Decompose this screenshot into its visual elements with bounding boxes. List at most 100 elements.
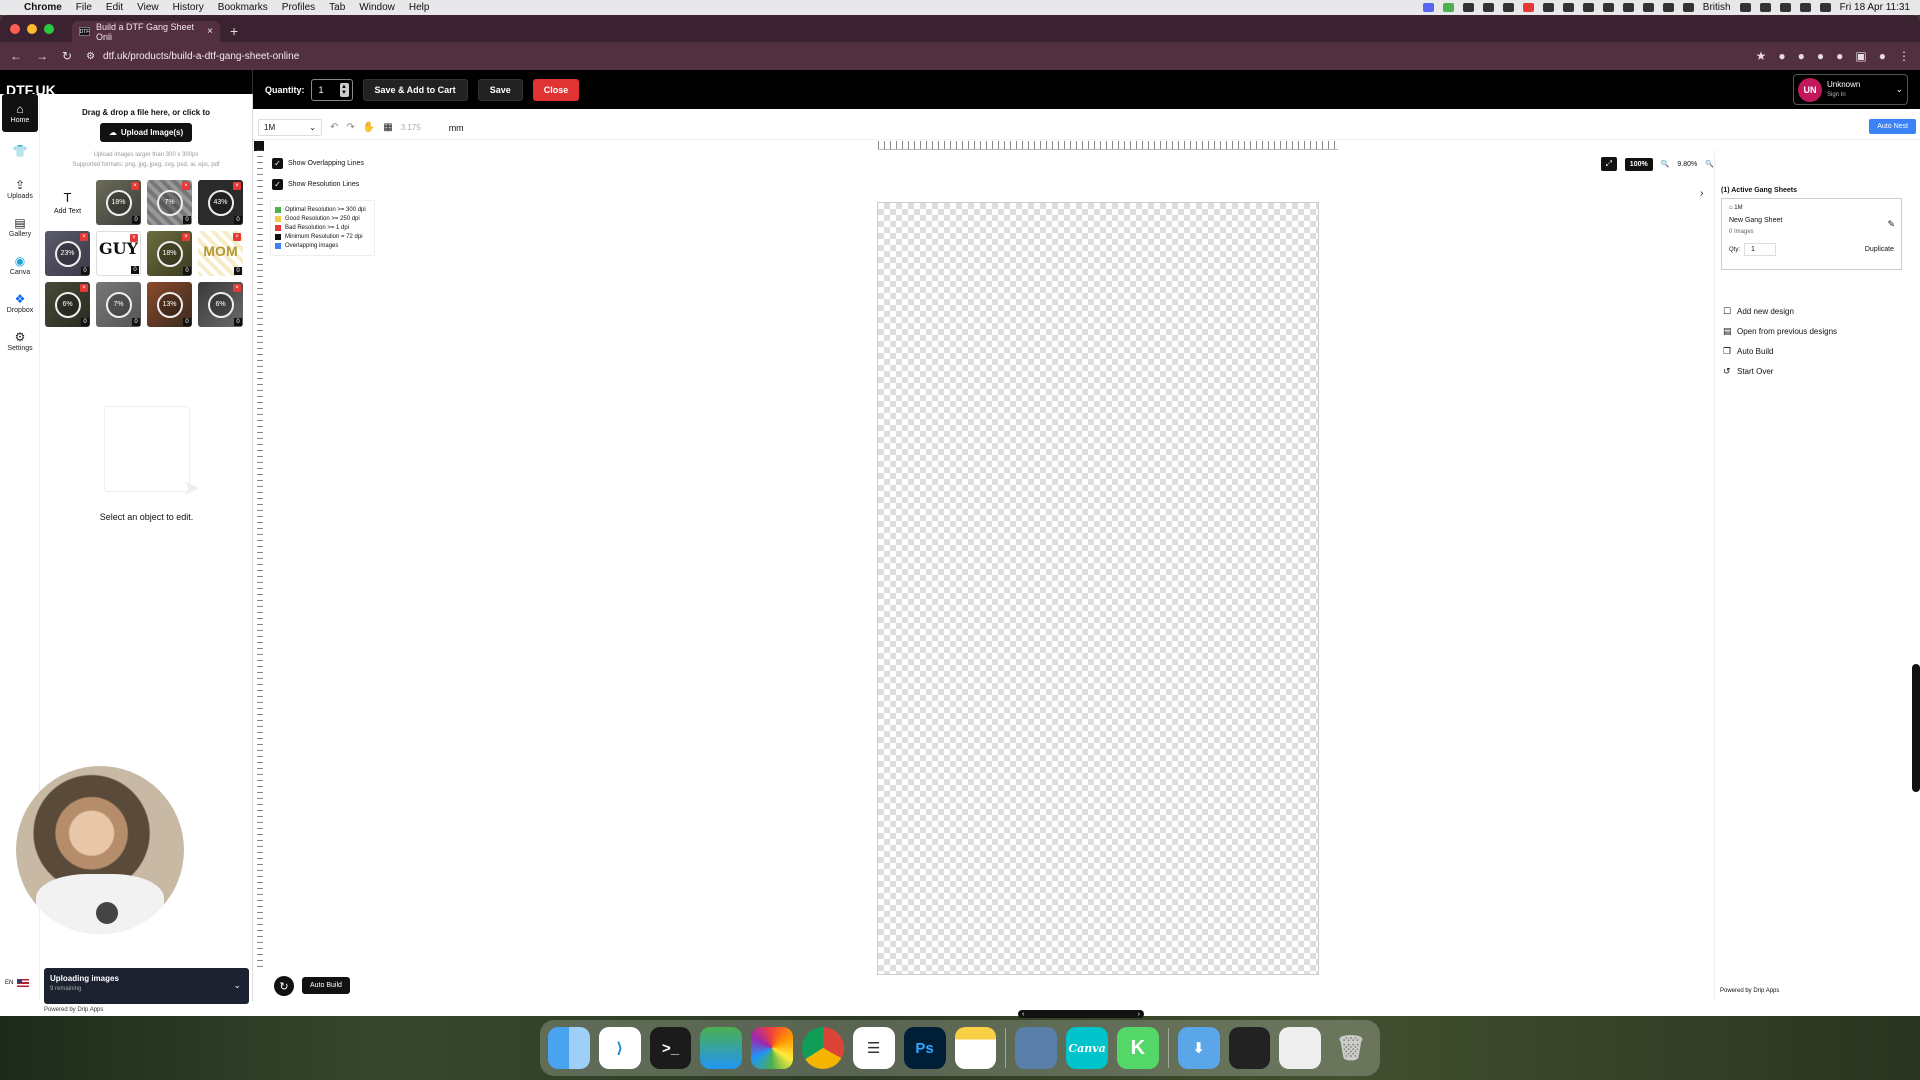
auto-build-button[interactable]: Auto Build <box>302 977 350 994</box>
app-icon[interactable] <box>700 1027 743 1069</box>
menu-tab[interactable]: Tab <box>329 2 345 13</box>
collapse-panel-icon[interactable]: › <box>1700 188 1703 199</box>
menu-help[interactable]: Help <box>409 2 430 13</box>
forward-icon[interactable]: → <box>36 49 48 63</box>
user-menu[interactable]: UN Unknown Sign In ⌄ <box>1793 74 1908 105</box>
quantity-stepper[interactable]: 1 ▲ ▼ <box>310 78 353 101</box>
rail-home[interactable]: ⌂ Home <box>2 94 38 132</box>
bookmark-star-icon[interactable]: ★ <box>1756 49 1767 63</box>
menu-app[interactable]: Chrome <box>24 2 62 13</box>
browser-tab[interactable]: DTF Build a DTF Gang Sheet Onli × <box>72 21 220 42</box>
image-thumb[interactable]: 18% × 0 <box>96 180 141 225</box>
bluetooth-icon[interactable] <box>1739 3 1751 12</box>
wifi-icon[interactable] <box>1759 3 1771 12</box>
remove-image-icon[interactable]: × <box>182 182 190 190</box>
uploading-status[interactable]: Uploading images 9 remaining ⌄ <box>44 968 249 1004</box>
hand-tool-icon[interactable]: ✋ <box>363 122 375 133</box>
chrome-menu-icon[interactable]: ⋮ <box>1898 49 1910 63</box>
preview-icon[interactable] <box>1015 1027 1058 1069</box>
close-button[interactable]: Close <box>532 78 580 101</box>
add-new-design-button[interactable]: ☐ Add new design <box>1723 306 1920 317</box>
photos-icon[interactable] <box>751 1027 794 1069</box>
image-thumb[interactable]: MOM × 0 <box>198 231 243 276</box>
powered-by-left[interactable]: Powered by Drip Apps <box>44 1007 103 1013</box>
remove-image-icon[interactable]: × <box>233 182 241 190</box>
image-thumb[interactable]: 18% × 0 <box>147 231 192 276</box>
tray-app-icon[interactable] <box>1522 3 1534 12</box>
extension-icon[interactable]: ● <box>1778 49 1785 63</box>
input-language[interactable]: British <box>1703 2 1731 13</box>
vscode-icon[interactable]: ⟩ <box>598 1027 641 1069</box>
image-thumb[interactable]: 43% × 0 <box>198 180 243 225</box>
chevron-down-icon[interactable]: ⌄ <box>233 980 241 991</box>
tray-menu-icon[interactable] <box>1562 3 1574 12</box>
menu-profiles[interactable]: Profiles <box>282 2 315 13</box>
extension-icon[interactable]: ● <box>1817 49 1824 63</box>
rail-gallery[interactable]: ▤ Gallery <box>2 208 38 246</box>
trash-icon[interactable]: 🗑 <box>1330 1027 1372 1069</box>
reminders-icon[interactable]: ☰ <box>852 1027 895 1069</box>
edit-icon[interactable]: ✎ <box>1887 219 1895 230</box>
tray-app-icon[interactable] <box>1442 3 1454 12</box>
remove-image-icon[interactable]: × <box>131 182 139 190</box>
gang-sheet-card[interactable]: ⌂ 1M New Gang Sheet 0 Images ✎ Qty: 1 Du… <box>1721 198 1902 270</box>
menu-view[interactable]: View <box>137 2 159 13</box>
menu-edit[interactable]: Edit <box>106 2 123 13</box>
image-thumb[interactable]: 13% 0 <box>147 282 192 327</box>
open-previous-designs-button[interactable]: ▤ Open from previous designs <box>1723 326 1920 337</box>
image-thumb[interactable]: 6% × 0 <box>45 282 90 327</box>
rail-products[interactable]: 👕 <box>2 132 38 170</box>
siri-icon[interactable] <box>1819 3 1831 12</box>
remove-image-icon[interactable]: × <box>130 234 138 242</box>
image-thumb[interactable]: 7% × 0 <box>147 180 192 225</box>
horizontal-scrollbar[interactable]: ‹ › <box>1018 1010 1144 1018</box>
tray-app-icon[interactable] <box>1582 3 1594 12</box>
tray-cloud-icon[interactable] <box>1482 3 1494 12</box>
reload-icon[interactable]: ↻ <box>62 49 72 63</box>
rail-uploads[interactable]: ⇪ Uploads <box>2 170 38 208</box>
vertical-scrollbar[interactable] <box>1912 664 1920 792</box>
sign-in-link[interactable]: Sign In <box>1827 90 1860 100</box>
sheet-qty-input[interactable]: 1 <box>1744 243 1777 256</box>
user-icon[interactable] <box>1682 3 1694 12</box>
powered-by-right[interactable]: Powered by Drip Apps <box>1720 988 1779 994</box>
zoom-out-icon[interactable]: 🔍 <box>1661 160 1670 168</box>
menu-window[interactable]: Window <box>359 2 395 13</box>
finder-icon[interactable] <box>548 1027 590 1069</box>
extension-icon[interactable]: ● <box>1798 49 1805 63</box>
image-thumb[interactable]: 23% × 0 <box>45 231 90 276</box>
chevron-right-icon[interactable]: › <box>1138 1011 1140 1018</box>
auto-build-action[interactable]: ❐ Auto Build <box>1723 346 1920 357</box>
checkbox-checked-icon[interactable]: ✓ <box>272 158 283 169</box>
chrome-icon[interactable] <box>802 1027 844 1069</box>
battery-icon[interactable] <box>1779 3 1791 12</box>
fit-screen-icon[interactable]: ⤢ <box>1600 157 1617 171</box>
downloads-folder-icon[interactable]: ⬇ <box>1177 1027 1220 1069</box>
rail-canva[interactable]: ◉ Canva <box>2 246 38 284</box>
tray-app-icon[interactable] <box>1422 3 1434 12</box>
control-center-icon[interactable] <box>1799 3 1811 12</box>
tray-app-icon[interactable] <box>1542 3 1554 12</box>
grid-icon[interactable]: ▦ <box>383 122 392 133</box>
photoshop-icon[interactable]: Ps <box>903 1027 946 1069</box>
site-info-icon[interactable]: ⚙ <box>86 51 95 62</box>
notes-icon[interactable] <box>954 1027 997 1069</box>
add-text-button[interactable]: T Add Text <box>45 180 90 225</box>
save-add-to-cart-button[interactable]: Save & Add to Cart <box>362 78 468 101</box>
volume-icon[interactable] <box>1642 3 1654 12</box>
upload-images-button[interactable]: ☁ Upload Image(s) <box>99 123 193 142</box>
profile-icon[interactable]: ● <box>1879 49 1886 63</box>
show-overlapping-checkbox[interactable]: ✓ Show Overlapping Lines <box>272 158 364 169</box>
tray-app-icon[interactable] <box>1502 3 1514 12</box>
duplicate-button[interactable]: Duplicate <box>1865 246 1894 253</box>
puzzle-icon[interactable]: ▣ <box>1855 49 1866 63</box>
gang-sheet-canvas[interactable] <box>877 202 1319 975</box>
chevron-left-icon[interactable]: ‹ <box>1022 1011 1024 1018</box>
tray-app-icon[interactable] <box>1662 3 1674 12</box>
clock[interactable]: Fri 18 Apr 11:31 <box>1840 2 1910 13</box>
terminal-icon[interactable]: >_ <box>649 1027 692 1069</box>
redo-icon[interactable]: ↷ <box>346 122 354 133</box>
rail-settings[interactable]: ⚙ Settings <box>2 322 38 360</box>
save-button[interactable]: Save <box>477 78 523 101</box>
remove-image-icon[interactable]: × <box>182 233 190 241</box>
